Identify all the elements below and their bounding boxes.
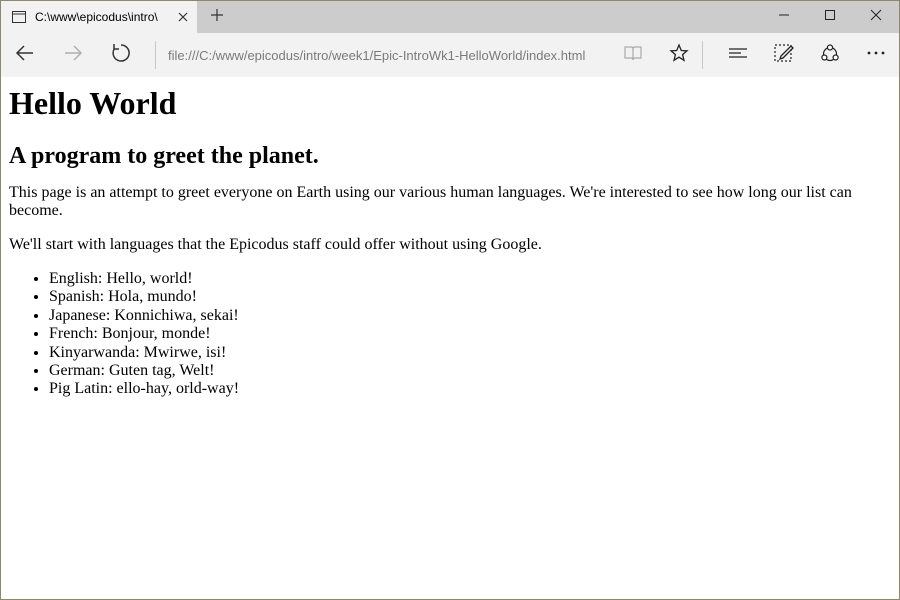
more-icon <box>865 42 887 69</box>
refresh-button[interactable] <box>97 33 145 77</box>
list-item: Japanese: Konnichiwa, sekai! <box>49 307 891 325</box>
minimize-button[interactable] <box>761 1 807 33</box>
forward-button[interactable] <box>49 33 97 77</box>
pen-note-icon <box>773 42 795 69</box>
tab-title: C:\www\epicodus\intro\ <box>35 10 158 24</box>
page-icon <box>11 9 27 25</box>
close-icon[interactable] <box>175 9 191 25</box>
share-icon <box>819 42 841 69</box>
forward-arrow-icon <box>62 42 84 69</box>
back-button[interactable] <box>1 33 49 77</box>
plus-icon <box>209 7 225 28</box>
window-controls <box>761 1 899 33</box>
page-title: Hello World <box>9 85 177 121</box>
share-button[interactable] <box>807 33 853 77</box>
list-item: French: Bonjour, monde! <box>49 325 891 343</box>
greetings-list: English: Hello, world! Spanish: Hola, mu… <box>9 270 891 399</box>
star-icon <box>669 42 689 68</box>
maximize-button[interactable] <box>807 1 853 33</box>
toolbar-divider-right <box>702 41 703 69</box>
favorite-button[interactable] <box>656 33 702 77</box>
intro-paragraph: This page is an attempt to greet everyon… <box>9 184 852 219</box>
hub-icon <box>727 43 749 68</box>
new-tab-button[interactable] <box>197 1 237 33</box>
book-icon <box>623 43 643 68</box>
browser-window: C:\www\epicodus\intro\ file:///C:/www/ep… <box>0 0 900 600</box>
page-subtitle: A program to greet the planet. <box>9 143 319 169</box>
title-bar: C:\www\epicodus\intro\ <box>1 1 899 33</box>
list-item: German: Guten tag, Welt! <box>49 362 891 380</box>
list-item: Kinyarwanda: Mwirwe, isi! <box>49 344 891 362</box>
more-button[interactable] <box>853 33 899 77</box>
browser-tab[interactable]: C:\www\epicodus\intro\ <box>1 1 197 33</box>
list-item: English: Hello, world! <box>49 270 891 288</box>
web-note-button[interactable] <box>761 33 807 77</box>
navigation-toolbar: file:///C:/www/epicodus/intro/week1/Epic… <box>1 33 899 77</box>
address-bar[interactable]: file:///C:/www/epicodus/intro/week1/Epic… <box>164 48 618 63</box>
list-item: Spanish: Hola, mundo! <box>49 288 891 306</box>
hub-button[interactable] <box>715 33 761 77</box>
maximize-icon <box>824 8 836 26</box>
close-window-icon <box>870 8 882 26</box>
minimize-icon <box>778 8 790 26</box>
page-content: Hello World A program to greet the plane… <box>1 87 899 399</box>
back-arrow-icon <box>14 42 36 69</box>
toolbar-divider <box>155 41 156 69</box>
reading-view-button[interactable] <box>610 33 656 77</box>
toolbar-tools <box>610 33 899 77</box>
list-item: Pig Latin: ello-hay, orld-way! <box>49 380 891 398</box>
refresh-icon <box>110 42 132 69</box>
note-paragraph: We'll start with languages that the Epic… <box>9 236 542 253</box>
close-window-button[interactable] <box>853 1 899 33</box>
